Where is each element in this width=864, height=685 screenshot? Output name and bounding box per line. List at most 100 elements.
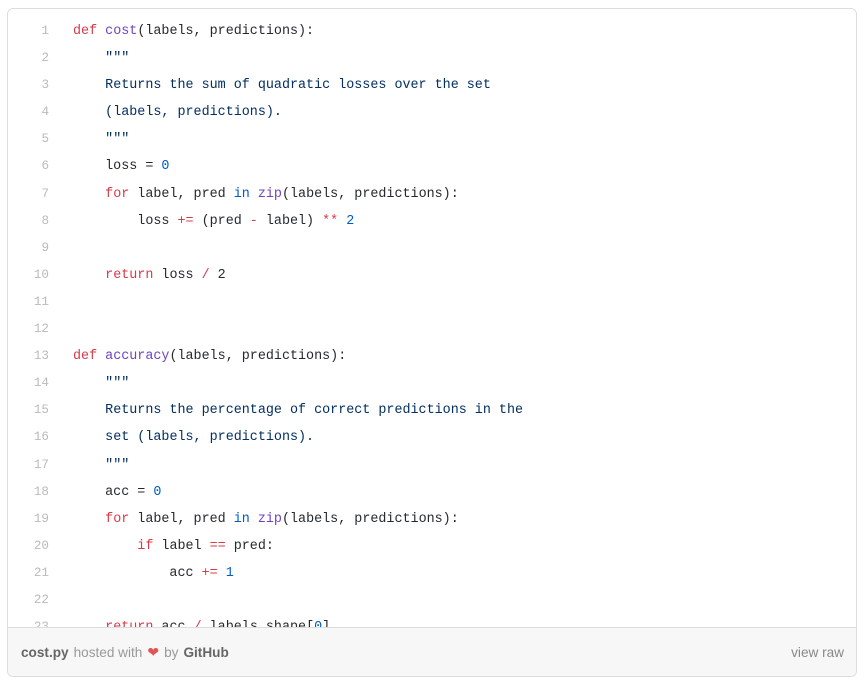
code-line-content[interactable]: for label, pred in zip(labels, predictio… [59, 506, 856, 533]
code-line-content[interactable]: ​ [59, 587, 856, 614]
code-line: 20 if label == pred: [8, 533, 856, 560]
line-number: 22 [33, 592, 49, 607]
code-line-content[interactable]: return acc / labels.shape[0] [59, 614, 856, 627]
code-token: def [73, 349, 98, 365]
code-token: for [105, 511, 130, 527]
line-number: 7 [41, 186, 49, 201]
code-line-content[interactable]: (labels, predictions). [59, 99, 856, 126]
line-number: 13 [33, 349, 49, 364]
code-line-content[interactable]: acc = 0 [59, 479, 856, 506]
code-token: 2 [346, 213, 355, 229]
code-token: acc = [73, 484, 154, 500]
code-token: for [105, 186, 130, 202]
code-line: 13 def accuracy(labels, predictions): [8, 343, 856, 370]
line-number: 23 [8, 614, 59, 627]
code-token: loss [73, 213, 178, 229]
code-line-content[interactable]: """ [59, 452, 856, 479]
code-token: Returns the percentage of correct predic… [105, 403, 524, 419]
code-token: (labels, predictions): [137, 24, 315, 39]
code-line-content[interactable]: ​ [59, 235, 856, 262]
code-line: 14 """ [8, 370, 856, 397]
code-token: ] [322, 620, 330, 627]
code-line-content[interactable]: Returns the sum of quadratic losses over… [59, 72, 856, 99]
code-token: (labels, predictions). [105, 105, 282, 121]
code-line: 8 loss += (pred - label) ** 2 [8, 208, 856, 235]
code-line-content[interactable]: loss = 0 [59, 153, 856, 180]
code-token: labels.shape[ [202, 620, 314, 627]
code-token: return [105, 267, 154, 283]
code-token: pred: [225, 538, 274, 554]
code-token: """ [105, 376, 130, 392]
line-number: 8 [41, 213, 49, 228]
code-line-content[interactable]: def cost(labels, predictions): [59, 18, 856, 45]
code-line-content[interactable]: return loss / 2 [59, 262, 856, 289]
code-line: 22 ​ [8, 587, 856, 614]
code-line-content[interactable]: ​ [59, 316, 856, 343]
code-token: Returns the sum of quadratic losses over… [105, 78, 491, 94]
line-number: 12 [33, 322, 49, 337]
code-line-content[interactable]: set (labels, predictions). [59, 424, 856, 451]
code-viewer[interactable]: 1 def cost(labels, predictions): 2 """ 3 Re… [8, 9, 856, 627]
hosted-with-label: hosted with [73, 644, 143, 660]
code-token: (pred [193, 213, 250, 229]
by-label: by [164, 644, 179, 660]
code-token: zip [257, 511, 282, 527]
line-number: 11 [33, 294, 49, 309]
code-token: """ [105, 457, 130, 473]
code-line: 19 for label, pred in zip(labels, predic… [8, 506, 856, 533]
code-line: 7 for label, pred in zip(labels, predict… [8, 181, 856, 208]
code-token: acc [153, 620, 193, 627]
view-raw-link[interactable]: view raw [791, 645, 844, 660]
code-line: 18 acc = 0 [8, 479, 856, 506]
code-line-content[interactable]: """ [59, 126, 856, 153]
line-number: 3 [41, 78, 49, 93]
line-number: 20 [33, 538, 49, 553]
line-number: 15 [33, 403, 49, 418]
gist-filename[interactable]: cost.py [21, 645, 69, 660]
code-token: (labels, predictions): [281, 511, 459, 527]
code-token: in [233, 511, 250, 527]
code-token: loss [153, 267, 202, 283]
code-line: 2 """ [8, 45, 856, 72]
code-token: += [201, 565, 218, 581]
code-line-content[interactable]: if label == pred: [59, 533, 856, 560]
code-table-body: 1 def cost(labels, predictions): 2 """ 3 Re… [8, 18, 856, 627]
code-token: """ [105, 51, 130, 67]
code-line-content[interactable]: """ [59, 370, 856, 397]
code-line: 1 def cost(labels, predictions): [8, 18, 856, 45]
code-token: 2 [209, 267, 226, 283]
code-table: 1 def cost(labels, predictions): 2 """ 3 Re… [8, 18, 856, 627]
code-token: loss = [73, 159, 162, 175]
code-line: 23 return acc / labels.shape[0] [8, 614, 856, 627]
code-token: set (labels, predictions). [105, 430, 315, 446]
heart-icon: ❤ [147, 644, 160, 660]
code-token: cost [105, 24, 138, 39]
code-line-content[interactable]: def accuracy(labels, predictions): [59, 343, 856, 370]
code-token: 0 [314, 620, 322, 627]
code-line-content[interactable]: Returns the percentage of correct predic… [59, 397, 856, 424]
code-token: 0 [153, 484, 162, 500]
gist-footer: cost.py hosted with ❤ by GitHub view raw [8, 627, 856, 676]
github-link[interactable]: GitHub [183, 645, 228, 660]
line-number: 10 [33, 267, 49, 282]
code-line-content[interactable]: acc += 1 [59, 560, 856, 587]
code-line-content[interactable]: ​ [59, 289, 856, 316]
code-token: def [73, 24, 98, 39]
code-token: label, pred [129, 511, 234, 527]
code-token: label, pred [129, 186, 234, 202]
code-line-content[interactable]: for label, pred in zip(labels, predictio… [59, 181, 856, 208]
code-line-content[interactable]: loss += (pred - label) ** 2 [59, 208, 856, 235]
line-number: 2 [41, 51, 49, 66]
line-number: 17 [33, 457, 49, 472]
code-line-content[interactable]: """ [59, 45, 856, 72]
